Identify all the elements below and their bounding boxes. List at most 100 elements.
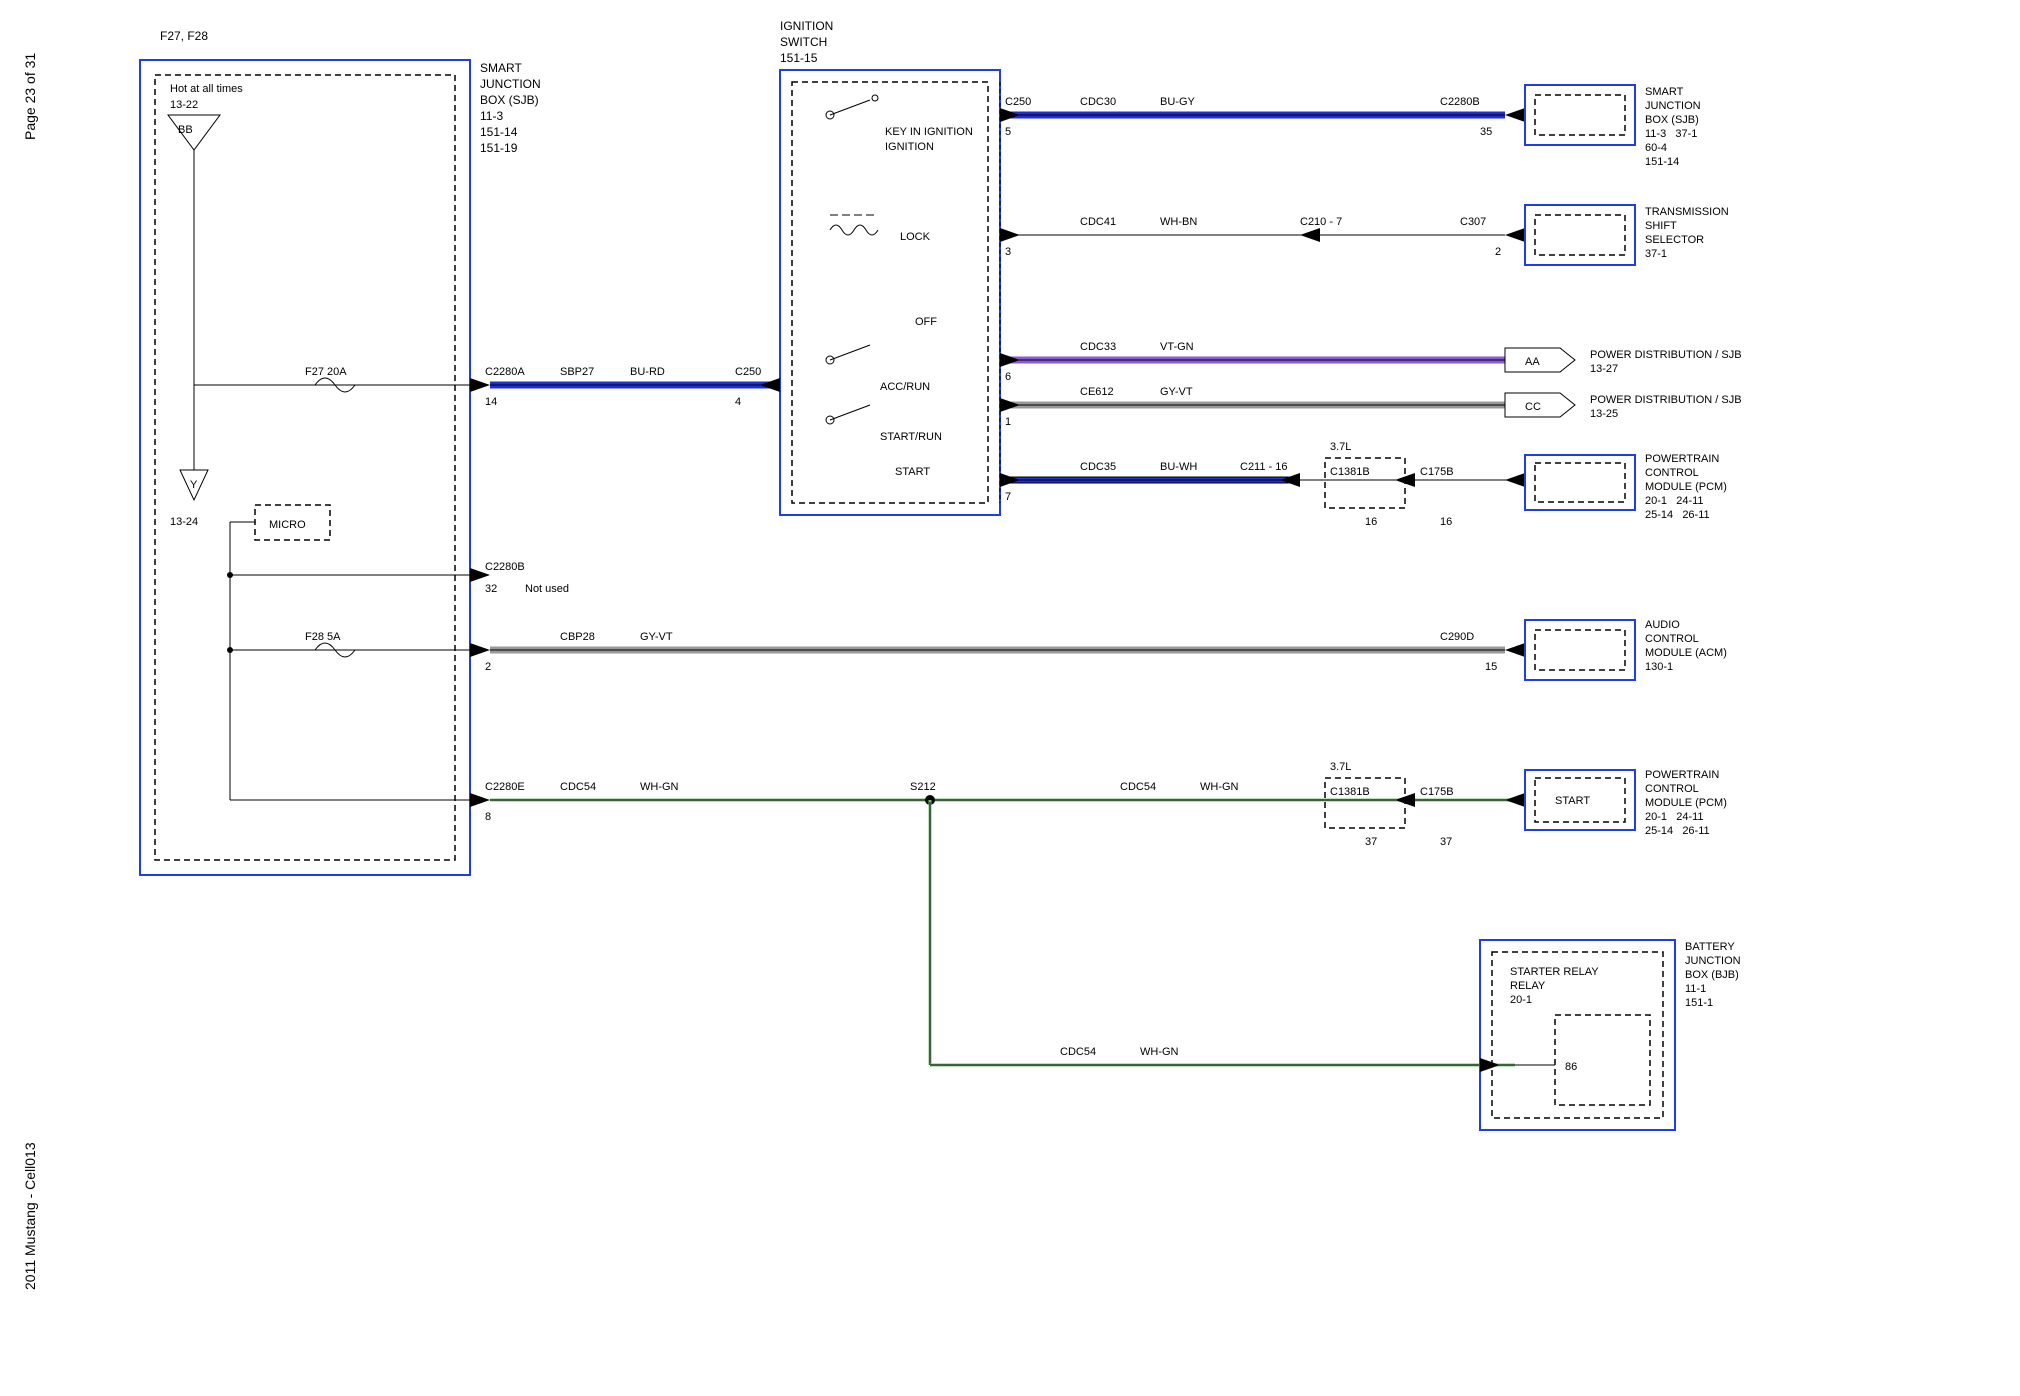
svg-text:C210 - 7: C210 - 7 <box>1300 216 1342 228</box>
acm-box <box>1525 620 1635 680</box>
sjb-r-box <box>1525 85 1635 145</box>
svg-text:C175B: C175B <box>1420 466 1454 478</box>
svg-text:WH-GN: WH-GN <box>1140 1046 1179 1058</box>
ign-off: OFF <box>915 316 937 328</box>
svg-text:20-1: 20-1 <box>1510 994 1532 1006</box>
svg-text:37: 37 <box>1365 836 1377 848</box>
pcm1-n2: CONTROL <box>1645 467 1699 479</box>
acm-n1: AUDIO <box>1645 619 1680 631</box>
svg-text:BU-WH: BU-WH <box>1160 461 1197 473</box>
f28-label: F28 5A <box>305 631 341 643</box>
cdc30: CDC30 <box>1080 96 1116 108</box>
svg-text:CE612: CE612 <box>1080 386 1114 398</box>
pcm2-n1: POWERTRAIN <box>1645 769 1719 781</box>
svg-text:C290D: C290D <box>1440 631 1474 643</box>
acm-n3: MODULE (ACM) <box>1645 647 1727 659</box>
svg-text:6: 6 <box>1005 371 1011 383</box>
c307: C307 <box>1460 216 1486 228</box>
c250r-pin: 5 <box>1005 126 1011 138</box>
hot-label: Hot at all times <box>170 83 243 95</box>
pcm1-n1: POWERTRAIN <box>1645 453 1719 465</box>
sjb-r-n1: SMART <box>1645 86 1684 98</box>
f27-label: F27 20A <box>305 366 347 378</box>
sjb-left-ref1: 151-14 <box>480 125 518 139</box>
svg-text:16: 16 <box>1440 516 1452 528</box>
svg-text:2: 2 <box>485 661 491 673</box>
ign-key1: KEY IN IGNITION <box>885 126 973 138</box>
svg-text:WH-GN: WH-GN <box>1200 781 1239 793</box>
pin3: 3 <box>1005 246 1011 258</box>
svg-text:CBP28: CBP28 <box>560 631 595 643</box>
burd: BU-RD <box>630 366 665 378</box>
svg-text:7: 7 <box>1005 491 1011 503</box>
hot-ref: 13-22 <box>170 99 198 111</box>
svg-text:CDC54: CDC54 <box>560 781 596 793</box>
tss-box <box>1525 205 1635 265</box>
ign-ref: 151-15 <box>780 51 818 65</box>
svg-text:VT-GN: VT-GN <box>1160 341 1194 353</box>
c2280a: C2280A <box>485 366 525 378</box>
svg-text:CDC54: CDC54 <box>1060 1046 1096 1058</box>
ign-name1: IGNITION <box>780 19 833 33</box>
aa-tag <box>1505 348 1575 372</box>
svg-text:20-1 24-11: 20-1 24-11 <box>1645 495 1704 507</box>
svg-text:C2280E: C2280E <box>485 781 525 793</box>
svg-text:13-27: 13-27 <box>1590 363 1618 375</box>
pcm2-n3: MODULE (PCM) <box>1645 797 1727 809</box>
svg-text:C1381B: C1381B <box>1330 786 1370 798</box>
bjb-n3: BOX (BJB) <box>1685 969 1739 981</box>
c307-pin: 2 <box>1495 246 1501 258</box>
svg-text:CDC54: CDC54 <box>1120 781 1156 793</box>
sbp27: SBP27 <box>560 366 594 378</box>
svg-text:8: 8 <box>485 811 491 823</box>
ign-acc: ACC/RUN <box>880 381 930 393</box>
ign-lock: LOCK <box>900 231 931 243</box>
ign-start: START <box>895 466 930 478</box>
c250l-pin: 4 <box>735 396 741 408</box>
bjb-n1: BATTERY <box>1685 941 1735 953</box>
cdc41: CDC41 <box>1080 216 1116 228</box>
svg-text:C1381B: C1381B <box>1330 466 1370 478</box>
pcm2-n2: CONTROL <box>1645 783 1699 795</box>
svg-text:GY-VT: GY-VT <box>1160 386 1193 398</box>
svg-text:POWER DISTRIBUTION / SJB: POWER DISTRIBUTION / SJB <box>1590 394 1742 406</box>
c250r: C250 <box>1005 96 1031 108</box>
sjb-left-name2: JUNCTION <box>480 77 541 91</box>
not-used: Not used <box>525 583 569 595</box>
svg-text:C175B: C175B <box>1420 786 1454 798</box>
svg-text:25-14 26-11: 25-14 26-11 <box>1645 825 1710 837</box>
svg-text:37: 37 <box>1440 836 1452 848</box>
svg-text:16: 16 <box>1365 516 1377 528</box>
svg-text:CC: CC <box>1525 401 1541 413</box>
svg-text:151-1: 151-1 <box>1685 997 1713 1009</box>
svg-text:15: 15 <box>1485 661 1497 673</box>
c2280b-l-pin: 32 <box>485 583 497 595</box>
arrow-c2280a <box>470 378 490 392</box>
micro-label: MICRO <box>269 519 306 531</box>
bb-triangle <box>168 115 220 150</box>
svg-text:151-14: 151-14 <box>1645 156 1679 168</box>
sjb-left-ref2: 151-19 <box>480 141 518 155</box>
sjb-left-box <box>140 60 470 875</box>
c2280b-r-pin: 35 <box>1480 126 1492 138</box>
svg-text:STARTER RELAY: STARTER RELAY <box>1510 966 1599 978</box>
sjb-r-n2: JUNCTION <box>1645 100 1701 112</box>
whbn: WH-BN <box>1160 216 1197 228</box>
bugy: BU-GY <box>1160 96 1196 108</box>
ign-name2: SWITCH <box>780 35 827 49</box>
bb-label: BB <box>178 124 193 136</box>
svg-text:11-3 37-1: 11-3 37-1 <box>1645 128 1697 140</box>
sjb-left-dash <box>155 75 455 860</box>
sjb-r-n3: BOX (SJB) <box>1645 114 1699 126</box>
sjb-left-name1: SMART <box>480 61 522 75</box>
svg-text:37-1: 37-1 <box>1645 248 1667 260</box>
tss-n1: TRANSMISSION <box>1645 206 1729 218</box>
sjb-left-ref0: 11-3 <box>480 109 503 123</box>
ign-key2: IGNITION <box>885 141 934 153</box>
svg-text:13-25: 13-25 <box>1590 408 1618 420</box>
page-title: F27, F28 <box>160 29 208 43</box>
svg-text:60-4: 60-4 <box>1645 142 1667 154</box>
y-label: Y <box>190 479 198 491</box>
sjb-left-name3: BOX (SJB) <box>480 93 539 107</box>
svg-text:86: 86 <box>1565 1061 1577 1073</box>
